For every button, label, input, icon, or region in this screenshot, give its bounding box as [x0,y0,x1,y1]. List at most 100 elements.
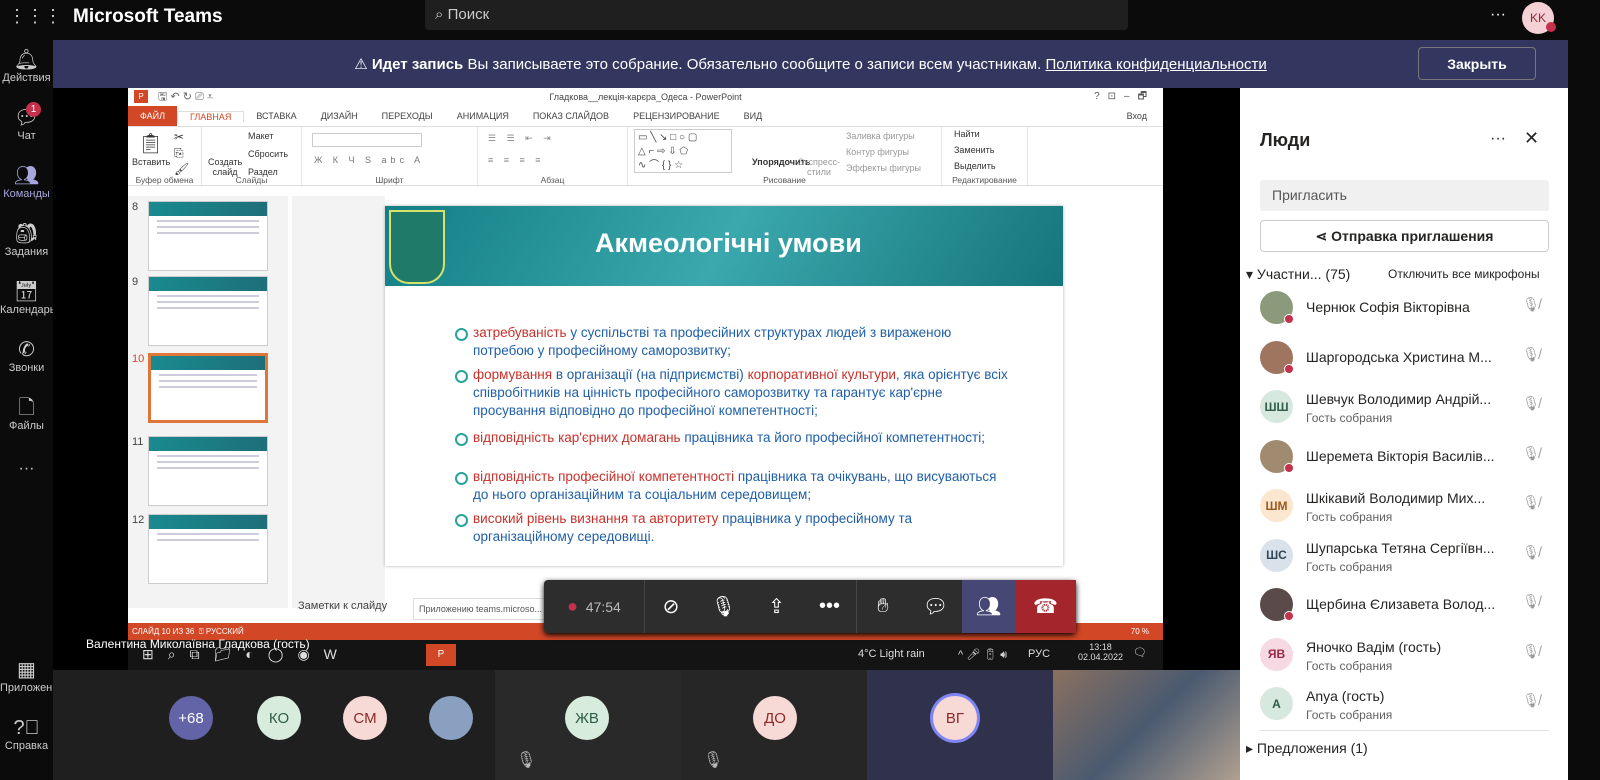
more-apps-icon[interactable]: ··· [0,460,53,478]
mic-off-icon[interactable]: 🎙︎̸ [1522,445,1540,462]
quick-styles-button[interactable]: Экспресс-стили [796,157,842,177]
tab-home[interactable]: ГЛАВНАЯ [177,110,245,122]
share-invite-button[interactable]: ⋖ Отправка приглашения [1260,220,1549,252]
mic-off-icon[interactable]: 🎙︎̸ [1522,643,1540,660]
mute-all-button[interactable]: Отключить все микрофоны [1388,267,1540,281]
participant-item[interactable]: ШС Шупарська Тетяна Сергіївн... Гость собр… [1260,534,1560,584]
participants-button[interactable]: 👥︎ [962,580,1015,633]
rail-item-files[interactable]: 🗋 Файлы [0,396,53,432]
suggestions-toggle[interactable]: ▸ Предложения (1) [1246,740,1368,757]
participant-tile-avatar[interactable]: ДО [753,696,797,740]
mic-off-icon[interactable]: 🎙︎̸ [1522,692,1540,709]
font-format-icons[interactable]: Ж К Ч S abc A [314,155,424,165]
tab-transitions[interactable]: ПЕРЕХОДЫ [370,111,445,121]
rail-item-chat[interactable]: 💬︎ Чат 1 [0,102,53,142]
slide-canvas[interactable]: Акмеологічні умови затребуваність у сусп… [385,206,1063,566]
search-input[interactable]: ⌕ Поиск [425,0,1128,30]
shape-outline-button[interactable]: Контур фигуры [846,147,909,157]
tab-slideshow[interactable]: ПОКАЗ СЛАЙДОВ [521,111,621,121]
layout-button[interactable]: Макет [248,131,273,141]
slide-thumbnails[interactable]: 8 9 10 11 12 [128,196,288,608]
participant-item[interactable]: Чернюк Софія Вікторівна 🎙︎̸ [1260,286,1560,336]
participant-tile-avatar[interactable]: СМ [343,696,387,740]
participant-tile-avatar[interactable] [429,696,473,740]
camera-off-button[interactable]: ⊘ [644,580,697,633]
participant-item[interactable]: ШМ Шкікавий Володимир Мих... Гость собрани… [1260,484,1560,534]
slide-thumbnail[interactable] [148,276,268,346]
clock[interactable]: 13:18 02.04.2022 [1078,642,1123,662]
tab-file[interactable]: ФАЙЛ [128,106,178,126]
select-button[interactable]: Выделить [954,161,996,171]
tray-icons[interactable]: ^ 🎤︎ 🔋︎ 🔊︎ [958,648,1007,662]
font-name-select[interactable] [312,133,422,147]
tab-insert[interactable]: ВСТАВКА [244,111,308,121]
tab-review[interactable]: РЕЦЕНЗИРОВАНИЕ [621,111,732,121]
powerpoint-taskbar-icon[interactable]: P [426,644,456,666]
mic-off-icon[interactable]: 🎙︎̸ [1522,395,1540,412]
sign-in-link[interactable]: Вход [1115,111,1159,121]
shape-effects-button[interactable]: Эффекты фигуры [846,163,921,173]
participant-tile-avatar[interactable]: КО [257,696,301,740]
more-icon[interactable]: ··· [1490,130,1506,148]
slide-thumbnail[interactable] [148,514,268,584]
paste-icon[interactable]: 📋︎ [138,131,163,156]
participant-item[interactable]: Щербина Єлизавета Волод... 🎙︎̸ [1260,583,1560,633]
shapes-gallery[interactable]: ▭ ╲ ↘ □ ○ ▢ △ ⌐ ⇨ ⇩ ⬠ ∿ ⌒ { } ☆ [634,129,732,173]
input-language[interactable]: РУС [1028,648,1050,660]
participant-tile-avatar[interactable]: ЖВ [565,696,609,740]
rail-item-help[interactable]: ?⃝ Справка [0,716,53,752]
paste-button[interactable]: Вставить [132,157,170,167]
share-screen-button[interactable]: ⇪ [750,580,803,633]
rail-item-apps[interactable]: ▦ Приложен... [0,658,61,694]
replace-button[interactable]: Заменить [954,145,994,155]
cut-copy-icons[interactable]: ✂ ⎘ 🖌︎ [174,129,189,177]
rail-item-teams[interactable]: 👥︎ Команды [0,164,53,200]
mic-off-icon[interactable]: 🎙︎̸ [1522,296,1540,313]
participant-item[interactable]: ШШ Шевчук Володимир Андрій... Гость собран… [1260,385,1560,435]
align-icons[interactable]: ≡ ≡ ≡ ≡ [488,155,545,165]
participants-section-toggle[interactable]: ▾ Участни... (75) [1246,266,1350,283]
notes-label[interactable]: Заметки к слайду [298,600,387,612]
slide-thumbnail[interactable] [148,201,268,271]
app-launcher-icon[interactable]: ⋮⋮⋮ [8,6,62,27]
more-actions-button[interactable]: ••• [803,580,856,633]
slide-thumbnail-selected[interactable] [148,353,268,423]
rail-item-activity[interactable]: 🔔︎ Действия [0,48,53,84]
close-banner-button[interactable]: Закрыть [1418,47,1536,80]
window-controls[interactable]: ?⊡–🗗 [1094,88,1155,106]
video-gallery[interactable] [1053,670,1240,780]
mic-off-icon[interactable]: 🎙︎̸ [1522,494,1540,511]
spellcheck-icon[interactable]: ⍰ [199,627,204,636]
tab-animations[interactable]: АНИМАЦИЯ [445,111,521,121]
participant-item[interactable]: ЯВ Яночко Вадім (гость) Гость собрания 🎙︎̸ [1260,633,1560,683]
mic-off-icon[interactable]: 🎙︎̸ [1522,346,1540,363]
mic-off-icon[interactable]: 🎙︎̸ [1522,544,1540,561]
privacy-link[interactable]: Политика конфиденциальности [1045,56,1266,73]
reset-button[interactable]: Сбросить [248,149,288,159]
mic-off-button[interactable]: 🎙︎ [697,580,750,633]
find-button[interactable]: Найти [954,129,980,139]
invite-input[interactable]: Пригласить [1260,180,1549,211]
tab-view[interactable]: ВИД [732,111,775,121]
rail-item-calls[interactable]: ✆ Звонки [0,338,53,374]
list-icons[interactable]: ☰ ☰ ⇤ ⇥ [488,133,555,144]
notification-center-icon[interactable]: 🗨︎ [1133,646,1147,659]
hang-up-button[interactable]: ☎︎ [1015,580,1076,633]
participant-tile-avatar[interactable]: ВГ [933,696,977,740]
rail-item-calendar[interactable]: 📅︎ Календарь [0,280,56,316]
mic-off-icon[interactable]: 🎙︎̸ [1522,593,1540,610]
participant-item[interactable]: Шеремета Вікторія Василів... 🎙︎̸ [1260,435,1560,485]
tab-design[interactable]: ДИЗАЙН [309,111,370,121]
participant-item[interactable]: Шаргородська Христина М... 🎙︎̸ [1260,336,1560,386]
weather[interactable]: 4°C Light rain [858,648,925,660]
participant-item[interactable]: A Anya (гость) Гость собрания 🎙︎̸ [1260,682,1560,732]
zoom-level[interactable]: 70 % [1131,623,1149,640]
new-slide-button[interactable]: Создать слайд [208,157,242,177]
overflow-participants[interactable]: +68 [169,696,213,740]
raise-hand-button[interactable]: ✋︎ [856,580,909,633]
shape-fill-button[interactable]: Заливка фигуры [846,131,915,141]
chat-button[interactable]: 💬︎ [909,580,962,633]
language[interactable]: РУССКИЙ [206,627,244,636]
rail-item-assignments[interactable]: 🎒︎ Задания [0,222,53,258]
slide-thumbnail[interactable] [148,436,268,506]
